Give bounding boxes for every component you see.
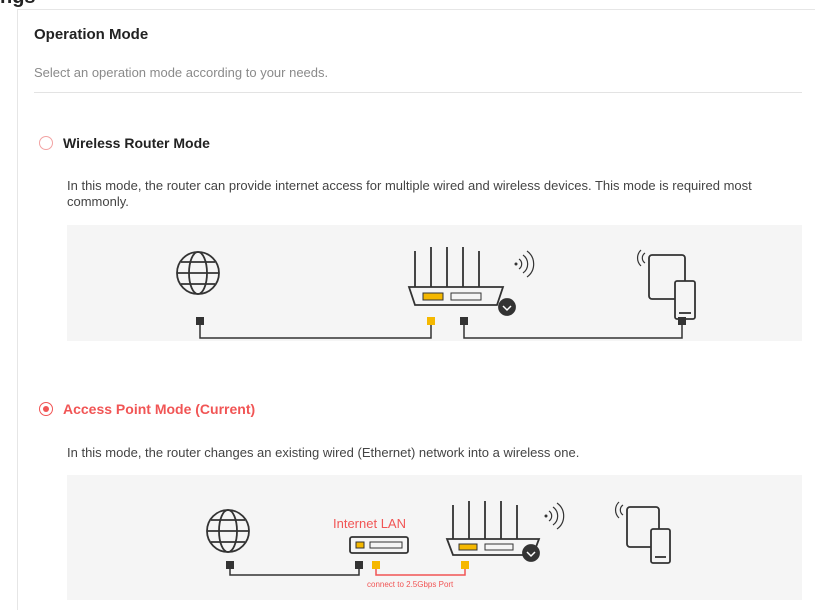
access-point-mode-option[interactable]: Access Point Mode (Current) xyxy=(39,401,255,417)
globe-icon xyxy=(206,509,250,553)
access-point-mode-radio[interactable] xyxy=(39,402,53,416)
cable-lines xyxy=(199,323,683,339)
divider xyxy=(34,92,802,93)
devices-icon xyxy=(637,249,696,320)
switch-icon xyxy=(349,536,409,554)
section-description: Select an operation mode according to yo… xyxy=(34,65,329,80)
page-header-partial: ngs xyxy=(0,0,36,9)
wireless-router-mode-option[interactable]: Wireless Router Mode xyxy=(39,135,210,151)
router-icon xyxy=(445,501,565,562)
wireless-router-mode-description: In this mode, the router can provide int… xyxy=(67,178,752,209)
wireless-router-diagram xyxy=(176,247,696,339)
red-cable-line xyxy=(375,567,466,576)
cable-lines xyxy=(229,567,360,576)
access-point-diagram: Internet LAN connect to 2.5Gbps Port xyxy=(206,501,671,589)
devices-icon xyxy=(615,501,671,564)
wireless-router-mode-label: Wireless Router Mode xyxy=(63,135,210,151)
wireless-router-illustration xyxy=(67,225,802,341)
connect-note: connect to 2.5Gbps Port xyxy=(367,580,454,589)
internet-lan-label: Internet LAN xyxy=(333,516,406,531)
router-icon xyxy=(407,247,535,316)
access-point-mode-description: In this mode, the router changes an exis… xyxy=(67,445,580,460)
section-title: Operation Mode xyxy=(34,26,149,43)
operation-mode-panel: Operation Mode Select an operation mode … xyxy=(17,9,815,610)
globe-icon xyxy=(176,251,220,295)
access-point-mode-label: Access Point Mode (Current) xyxy=(63,401,256,417)
wireless-router-mode-radio[interactable] xyxy=(39,136,53,150)
access-point-illustration: Internet LAN connect to 2.5Gbps Port xyxy=(67,475,802,600)
